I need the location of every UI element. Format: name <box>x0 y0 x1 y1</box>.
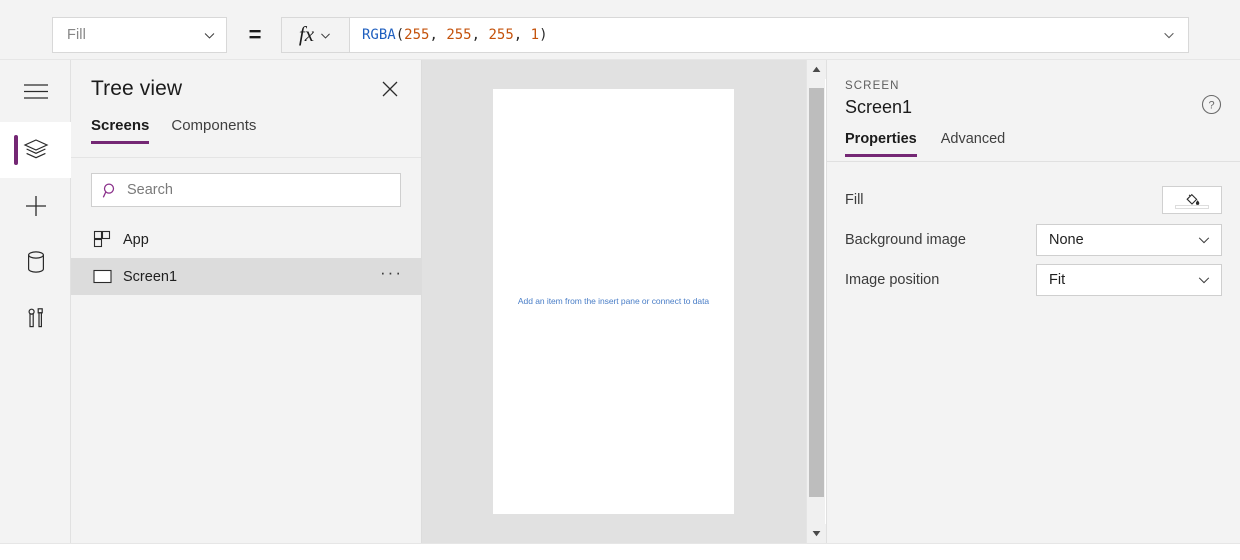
formula-arg-2: 255 <box>488 27 514 43</box>
app-screen-canvas[interactable]: Add an item from the insert pane or conn… <box>493 89 734 514</box>
svg-text:?: ? <box>1208 100 1214 112</box>
tab-screens[interactable]: Screens <box>91 117 150 144</box>
canvas-area[interactable]: Add an item from the insert pane or conn… <box>422 60 825 543</box>
caret-down-icon[interactable] <box>807 524 826 543</box>
help-circle-icon[interactable]: ? <box>1201 94 1222 115</box>
tree-view-title: Tree view <box>91 77 183 100</box>
formula-sep-2: , <box>513 27 531 43</box>
properties-tabs: Properties Advanced <box>827 131 1240 162</box>
sidebar-item-advanced-tools[interactable] <box>0 290 71 346</box>
tree-view-header: Tree view <box>71 60 421 118</box>
properties-rows: Fill Background image None Image positio… <box>827 162 1240 300</box>
fill-color-swatch <box>1175 205 1209 209</box>
formula-arg-3: 1 <box>530 27 540 43</box>
property-row-image-position: Image position Fit <box>845 260 1222 300</box>
screen-rect-icon <box>93 267 112 286</box>
chevron-down-icon[interactable] <box>1162 28 1176 42</box>
property-label: Background image <box>845 232 966 248</box>
dropdown-value: Fit <box>1049 272 1066 288</box>
properties-header: SCREEN Screen1 ? <box>827 60 1240 132</box>
tab-advanced[interactable]: Advanced <box>941 131 1006 157</box>
chevron-down-icon <box>1197 273 1211 287</box>
formula-input[interactable]: RGBA(255, 255, 255, 1) <box>349 17 1189 53</box>
layers-icon <box>23 139 48 159</box>
property-row-background-image: Background image None <box>845 220 1222 260</box>
fx-button[interactable]: fx <box>281 17 349 53</box>
formula-sep-1: , <box>471 27 489 43</box>
list-item-label: Screen1 <box>123 268 178 285</box>
formula-close-paren: ) <box>539 27 548 43</box>
close-icon[interactable] <box>379 78 401 100</box>
chevron-down-icon <box>1197 233 1211 247</box>
fill-color-button[interactable] <box>1162 186 1222 214</box>
property-row-fill: Fill <box>845 180 1222 220</box>
tree-view-list: App Screen1 ··· <box>71 221 421 295</box>
tab-components[interactable]: Components <box>171 117 256 144</box>
sidebar-item-insert[interactable] <box>0 178 71 234</box>
list-item-app[interactable]: App <box>71 221 421 258</box>
formula-open-paren: ( <box>395 27 405 43</box>
power-apps-studio: Fill = fx RGBA(255, 255, 255, 1) Tree vi… <box>0 0 1240 560</box>
left-icon-rail <box>0 60 71 543</box>
hamburger-icon[interactable] <box>0 60 71 122</box>
formula-sep-0: , <box>429 27 447 43</box>
chevron-down-icon <box>319 29 332 42</box>
plus-icon <box>25 196 46 216</box>
selected-object-name: Screen1 <box>845 97 913 117</box>
tree-view-panel: Tree view Screens Components Search App … <box>71 60 422 543</box>
equals-sign: = <box>248 22 262 47</box>
sidebar-item-data[interactable] <box>0 234 71 290</box>
caret-up-icon[interactable] <box>807 60 826 79</box>
more-options-icon[interactable]: ··· <box>380 264 403 281</box>
formula-bar: Fill = fx RGBA(255, 255, 255, 1) <box>0 0 1240 60</box>
property-label: Fill <box>845 192 864 208</box>
search-input[interactable] <box>127 182 390 198</box>
app-grid-icon <box>93 230 112 249</box>
tools-icon <box>28 308 43 328</box>
formula-arg-1: 255 <box>446 27 472 43</box>
list-item-screen1[interactable]: Screen1 ··· <box>71 258 421 295</box>
formula-function-name: RGBA <box>362 27 396 43</box>
tab-properties[interactable]: Properties <box>845 131 917 157</box>
formula-text: RGBA(255, 255, 255, 1) <box>362 28 1154 42</box>
background-image-dropdown[interactable]: None <box>1036 224 1222 256</box>
search-box[interactable] <box>91 173 401 207</box>
property-select[interactable]: Fill <box>52 17 227 53</box>
formula-arg-0: 255 <box>404 27 430 43</box>
property-select-value: Fill <box>67 27 86 43</box>
search-icon <box>102 182 119 199</box>
fx-label: fx <box>298 21 315 46</box>
tree-view-tabs: Screens Components <box>71 117 421 158</box>
list-item-label: App <box>123 231 149 248</box>
image-position-dropdown[interactable]: Fit <box>1036 264 1222 296</box>
sidebar-item-tree-view[interactable] <box>0 122 71 178</box>
property-label: Image position <box>845 272 940 288</box>
chevron-down-icon <box>203 29 216 42</box>
bottom-strip <box>0 543 1240 560</box>
canvas-empty-hint: Add an item from the insert pane or conn… <box>517 296 710 306</box>
canvas-vertical-scrollbar[interactable] <box>806 60 826 543</box>
selected-object-kind: SCREEN <box>845 80 900 92</box>
scroll-thumb[interactable] <box>809 88 824 497</box>
properties-panel: SCREEN Screen1 ? Properties Advanced Fil… <box>826 60 1240 543</box>
dropdown-value: None <box>1049 232 1084 248</box>
database-icon <box>27 251 44 273</box>
